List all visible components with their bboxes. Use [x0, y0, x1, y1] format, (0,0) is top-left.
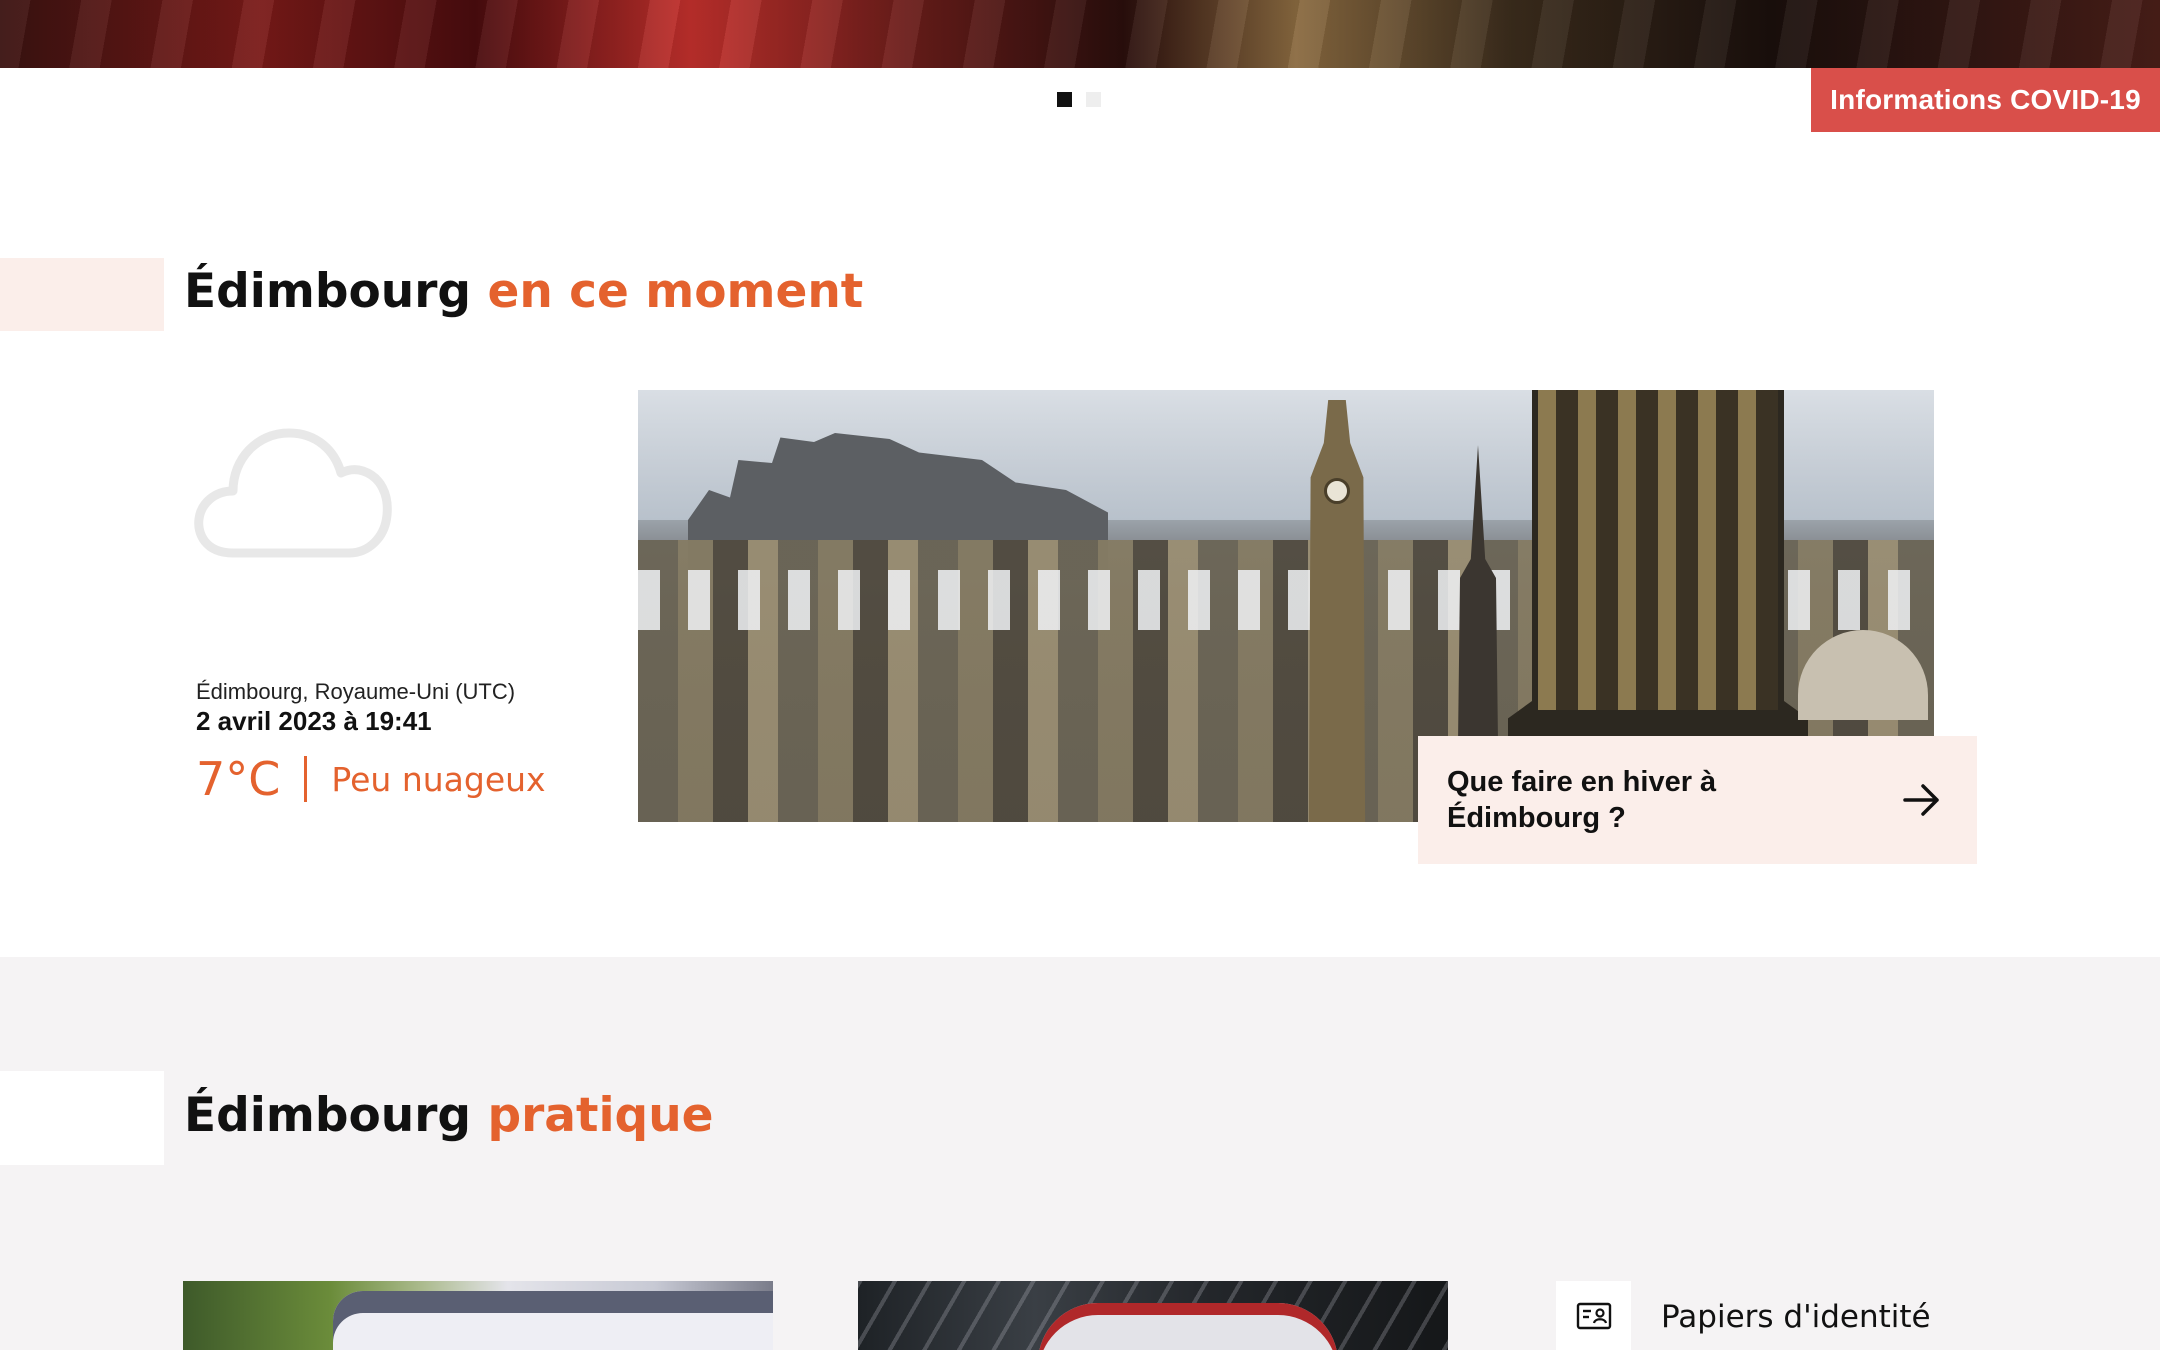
weather-datetime: 2 avril 2023 à 19:41 — [196, 706, 432, 736]
carousel-dots — [1057, 92, 1101, 107]
practical-link-id-papers[interactable]: Papiers d'identité — [1661, 1299, 1931, 1335]
arrow-right-icon — [1903, 784, 1939, 816]
section-title-main: Édimbourg — [184, 264, 472, 319]
section-title-accent: en ce moment — [487, 264, 864, 319]
section-title-main: Édimbourg — [184, 1088, 472, 1143]
section-accent-bar — [0, 1071, 164, 1165]
cloud-icon — [194, 428, 392, 558]
carousel-dot-2[interactable] — [1086, 92, 1101, 107]
hero-carousel-image[interactable] — [0, 0, 2160, 68]
bus-photo-card[interactable] — [183, 1281, 773, 1350]
feature-card-title: Que faire en hiver à Édimbourg ? — [1447, 766, 1717, 834]
feature-card-link[interactable]: Que faire en hiver à Édimbourg ? — [1418, 736, 1977, 864]
weather-summary: 7°C Peu nuageux — [196, 752, 546, 806]
section-title-now: Édimbourg en ce moment — [184, 264, 863, 319]
weather-condition: Peu nuageux — [331, 759, 546, 799]
id-card-icon-box[interactable] — [1556, 1281, 1631, 1350]
section-accent-bar — [0, 258, 164, 331]
section-title-practical: Édimbourg pratique — [184, 1088, 714, 1143]
weather-temperature: 7°C — [196, 752, 281, 806]
id-card-icon — [1576, 1302, 1611, 1329]
covid-info-button[interactable]: Informations COVID-19 — [1811, 68, 2160, 132]
weather-divider — [304, 756, 308, 802]
weather-location: Édimbourg, Royaume-Uni (UTC) — [196, 679, 516, 704]
carousel-dot-1[interactable] — [1057, 92, 1072, 107]
section-title-accent: pratique — [487, 1088, 714, 1143]
train-photo-card[interactable] — [858, 1281, 1448, 1350]
